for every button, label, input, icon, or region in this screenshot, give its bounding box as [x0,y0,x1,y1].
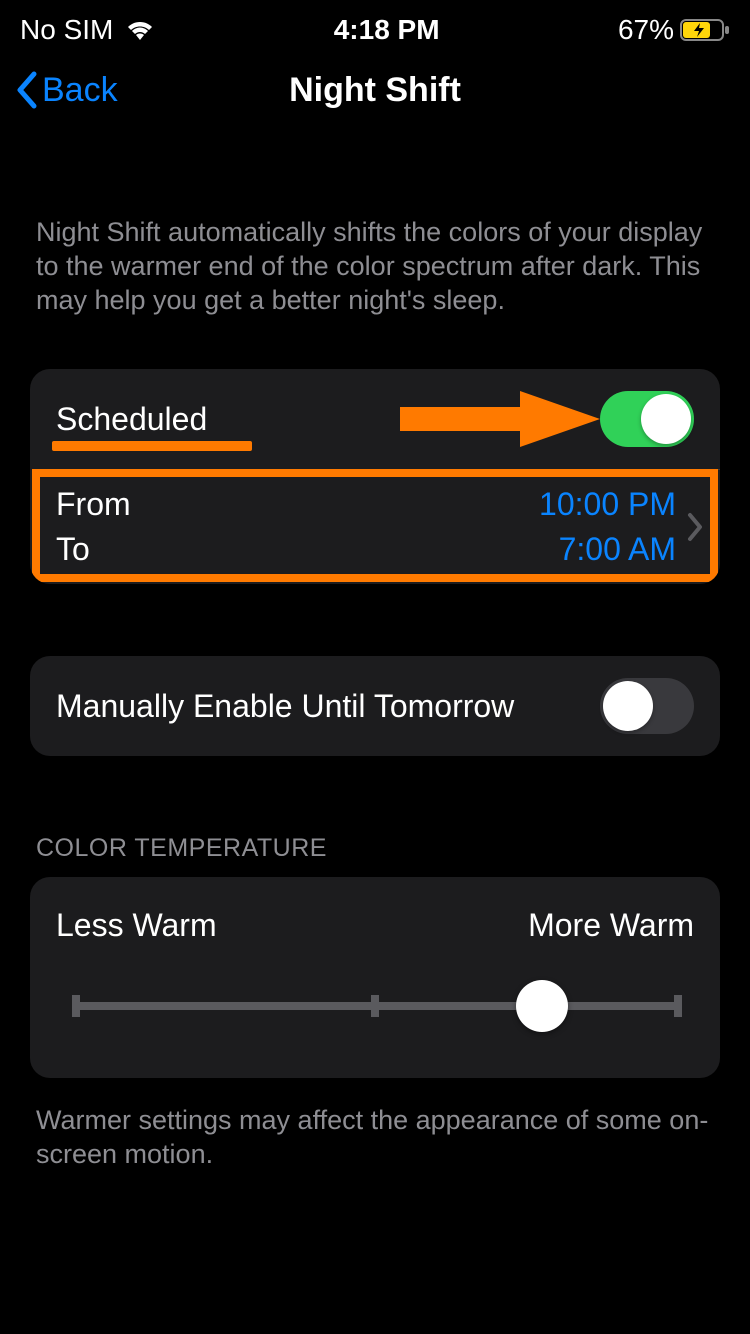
from-time: 10:00 PM [539,486,676,523]
scheduled-label: Scheduled [56,401,600,438]
slider-labels: Less Warm More Warm [56,907,694,944]
slider-tick-mid [371,995,379,1017]
battery-percent: 67% [618,14,674,46]
manual-enable-row: Manually Enable Until Tomorrow [30,656,720,756]
back-label: Back [42,71,118,110]
manual-group: Manually Enable Until Tomorrow [30,656,720,756]
color-temperature-slider[interactable] [56,978,694,1034]
footer-note: Warmer settings may affect the appearanc… [30,1078,720,1172]
scheduled-toggle[interactable] [600,391,694,447]
to-label: To [56,531,539,568]
chevron-right-icon [686,512,704,542]
more-warm-label: More Warm [528,907,694,944]
page-title: Night Shift [289,71,461,110]
status-bar: No SIM 4:18 PM 67% [0,0,750,50]
toggle-knob [641,394,691,444]
chevron-left-icon [14,71,38,109]
description-text: Night Shift automatically shifts the col… [30,130,720,317]
status-time: 4:18 PM [334,14,440,46]
scheduled-row: Scheduled [30,369,720,469]
manual-enable-label: Manually Enable Until Tomorrow [56,688,600,725]
wifi-icon [125,19,155,41]
from-label: From [56,486,539,523]
status-left: No SIM [20,14,155,46]
slider-thumb[interactable] [516,980,568,1032]
color-temperature-header: COLOR TEMPERATURE [30,756,720,877]
scheduled-group: Scheduled From To 10:00 PM 7:00 AM [30,369,720,584]
back-button[interactable]: Back [0,71,118,110]
carrier-label: No SIM [20,14,113,46]
less-warm-label: Less Warm [56,907,217,944]
status-right: 67% [618,14,730,46]
toggle-knob [603,681,653,731]
to-time: 7:00 AM [559,531,676,568]
manual-enable-toggle[interactable] [600,678,694,734]
nav-bar: Back Night Shift [0,50,750,130]
color-temperature-group: Less Warm More Warm [30,877,720,1078]
battery-icon [680,18,730,42]
schedule-time-row[interactable]: From To 10:00 PM 7:00 AM [30,470,720,584]
slider-tick-right [674,995,682,1017]
schedule-times: 10:00 PM 7:00 AM [539,486,676,568]
slider-tick-left [72,995,80,1017]
schedule-labels: From To [56,486,539,568]
